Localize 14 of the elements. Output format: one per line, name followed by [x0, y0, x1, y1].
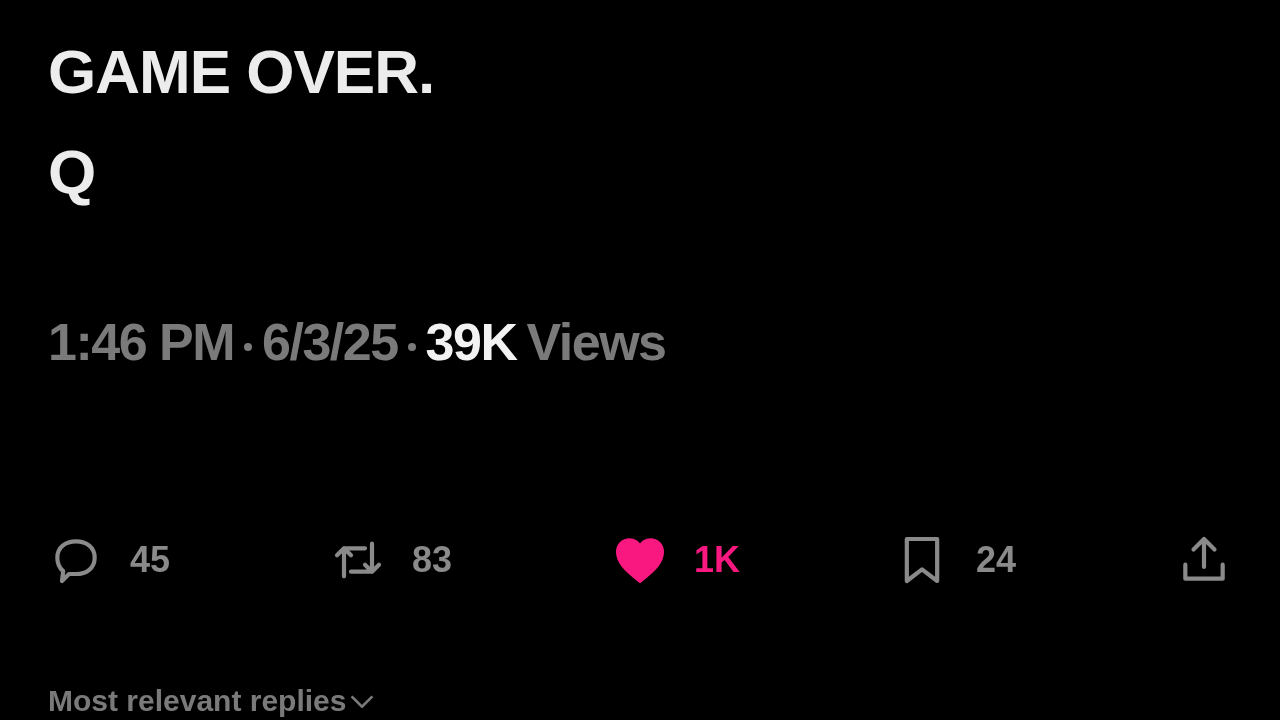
- separator-dot-icon: [244, 343, 253, 351]
- action-count: 24: [976, 539, 1017, 581]
- post-time: 1:46 PM: [48, 312, 235, 372]
- action-count: 83: [412, 539, 453, 581]
- replies-sort-dropdown[interactable]: Most relevant replies: [48, 684, 375, 718]
- action-count: 1K: [694, 539, 741, 581]
- views-count: 39K: [425, 312, 517, 372]
- post-text: Q: [48, 136, 97, 208]
- action-count: 45: [130, 539, 171, 581]
- separator-dot-icon: [407, 343, 416, 351]
- post-date: 6/3/25: [262, 312, 398, 372]
- views-label: Views: [526, 312, 666, 372]
- chevron-down-icon: [350, 694, 375, 708]
- post-text: GAME OVER.: [48, 36, 436, 108]
